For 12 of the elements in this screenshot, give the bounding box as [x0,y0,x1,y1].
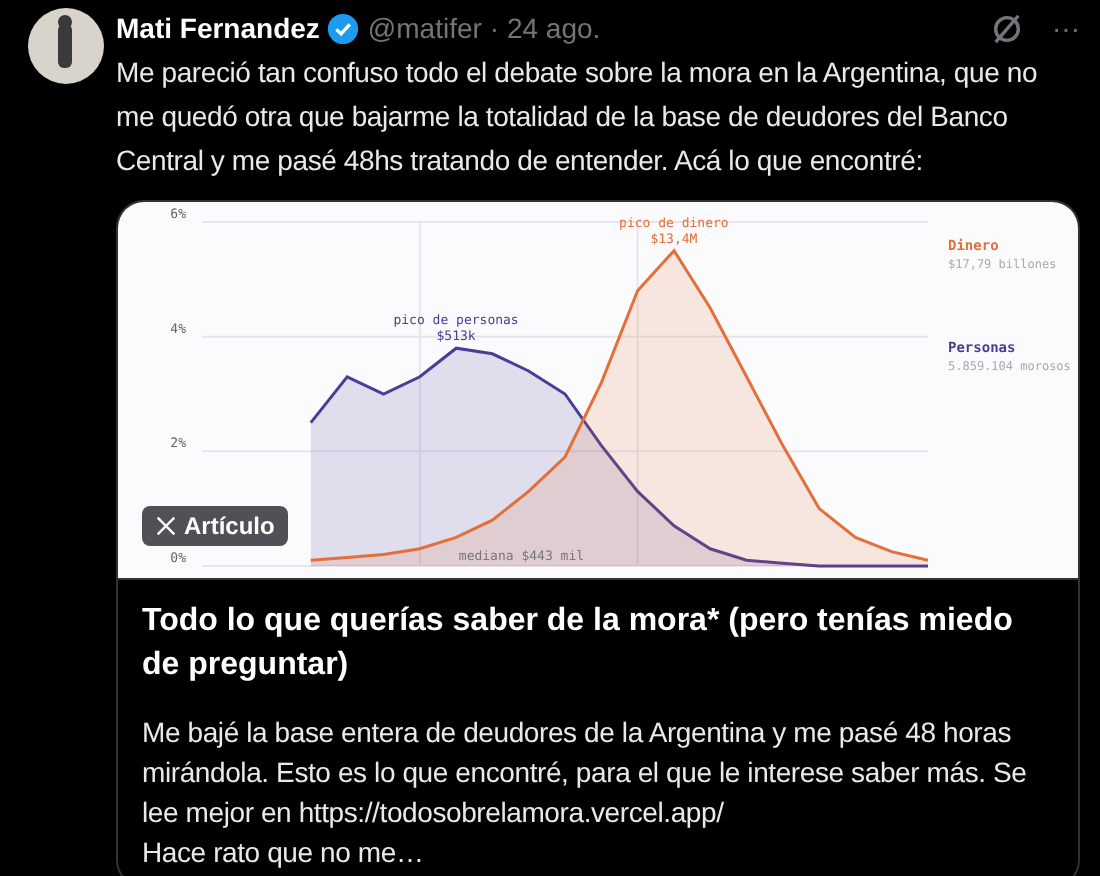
article-badge: Artículo [142,506,289,546]
article-description: Me bajé la base entera de deudores de la Argentina y me pasé 48 horas mirándola. Esto es lo que encontré, para el que le interese saber más. Se lee mejor en https://todosobrelamora.vercel.app/ Hace rato que no me… [142,714,1029,872]
x-logo-icon [156,516,176,536]
more-button[interactable]: ··· [1052,7,1080,49]
author-handle[interactable]: @matifer [367,7,482,49]
author-name[interactable]: Mati Fernandez [116,7,320,49]
post-text: Me pareció tan confuso todo el debate sobre la mora en la Argentina, que no me quedó otra que bajarme la totalidad de la base de deudores del Banco Central y me pasé 48hs tratando de entender. Acá lo que encontré: [116,54,1040,180]
avatar-icon[interactable] [28,8,104,84]
post-date[interactable]: · 24 ago. [489,7,601,49]
slashed-circle-icon[interactable] [990,11,1024,45]
article-card[interactable] [116,200,1080,876]
article-title[interactable]: Todo lo que querías saber de la mora* (pero tenías miedo de preguntar) [142,600,1054,688]
